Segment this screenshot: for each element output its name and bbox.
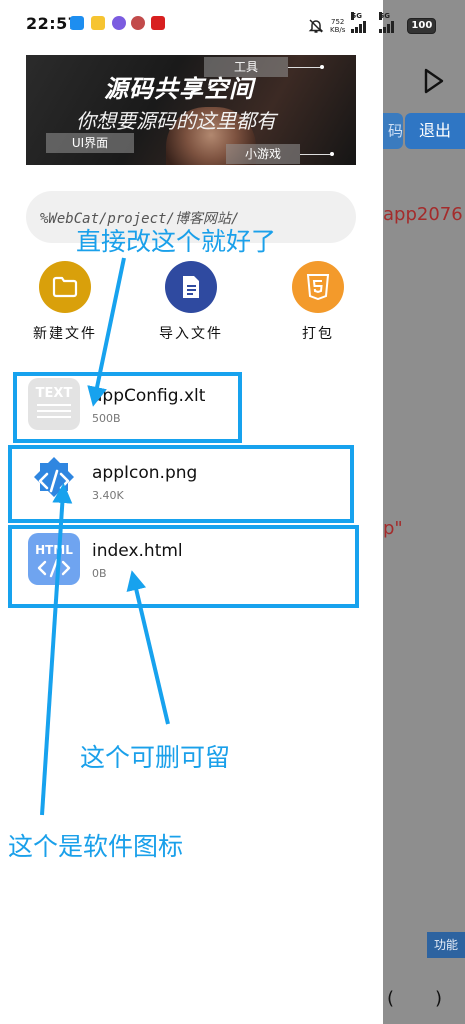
app-notification-icon [112,16,126,30]
import-file-button[interactable]: 导入文件 [136,261,246,343]
annotation-app-icon: 这个是软件图标 [8,832,184,861]
banner-tag-line [288,67,320,68]
banner-tag-line [300,154,330,155]
annotation-edit-this: 直接改这个就好了 [76,227,277,256]
signal-icon: 5G [351,11,373,33]
package-label: 打包 [302,326,334,342]
html5-icon [292,261,344,313]
banner-tag-dot [320,65,324,69]
document-icon [165,261,217,313]
status-bar: 22:57 752 KB/s 5G 5G 100 [0,0,465,52]
signal-icon: 5G [379,11,401,33]
exit-button[interactable]: 退出 [405,113,465,149]
status-right: 752 KB/s 5G 5G 100 [308,11,437,37]
banner-subtitle: 你想要源码的这里都有 [76,109,276,133]
net-speed: 752 KB/s [330,18,346,34]
annotation-deletable: 这个可删可留 [80,743,231,772]
import-file-label: 导入文件 [159,326,223,342]
avatar-notification-icon [131,16,145,30]
highlight-box [13,372,242,443]
code-text: p" [383,518,403,539]
editor-button-partial[interactable]: 码 [383,113,403,149]
paren-open-key[interactable]: ( [387,988,394,1009]
mute-bell-icon [308,19,324,33]
highlight-box [8,525,359,608]
banner-image[interactable]: 源码共享空间 你想要源码的这里都有 工具 UI界面 小游戏 [26,55,356,165]
banner-tag-games: 小游戏 [226,144,300,164]
banner-tag-dot [330,152,334,156]
red-app-icon [151,16,165,30]
play-icon[interactable] [423,68,445,94]
new-file-label: 新建文件 [33,326,97,342]
folder-icon [39,261,91,313]
paren-close-key[interactable]: ) [435,988,442,1009]
function-button[interactable]: 功能 [427,932,465,958]
banner-tag-ui: UI界面 [46,133,134,153]
notes-app-icon [91,16,105,30]
editor-background: 码 退出 app2076 p" 功能 ( ) [383,0,465,1024]
battery-icon: 100 [407,18,437,34]
banner-tag-tools: 工具 [204,57,288,77]
package-button[interactable]: 打包 [263,261,373,343]
highlight-box [8,445,354,523]
nfc-icon [70,16,84,30]
code-text: app2076 [383,204,463,225]
new-file-button[interactable]: 新建文件 [10,261,120,343]
